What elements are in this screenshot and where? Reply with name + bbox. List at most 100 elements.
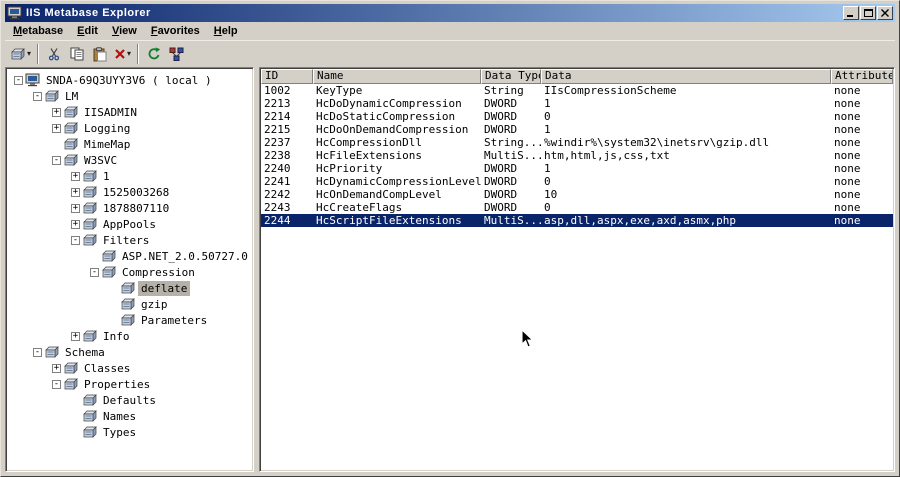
tree-node-label: Logging (84, 121, 131, 135)
expand-icon[interactable]: + (71, 203, 80, 213)
tree-pane: - SNDA-69Q3UYY3V6 ( local ) - LM + IISADMIN + L… (5, 67, 254, 472)
tree-node-label: W3SVC (84, 153, 118, 167)
key-icon (63, 121, 81, 135)
paste-button[interactable] (88, 43, 111, 65)
tree-node-schema[interactable]: - Schema (8, 344, 251, 360)
tree-node-1[interactable]: +1 (8, 168, 251, 184)
table-row-2238[interactable]: 2238 HcFileExtensions MultiS... htm,html,js… (261, 149, 893, 162)
tree-node-info[interactable]: + Info (8, 328, 251, 344)
tree-node-label: AppPools (103, 217, 156, 231)
maximize-button[interactable] (860, 6, 876, 20)
column-header-name[interactable]: Name (313, 69, 481, 84)
table-row-2240[interactable]: 2240 HcPriority DWORD 1 none (261, 162, 893, 175)
expand-icon[interactable]: + (52, 123, 61, 133)
tree-node-apppools[interactable]: + AppPools (8, 216, 251, 232)
key-icon (82, 185, 100, 199)
expand-icon[interactable]: + (71, 331, 80, 341)
tree-node-label: LM (65, 89, 79, 103)
tree-node-snda-69q3uyy3v6-local[interactable]: - SNDA-69Q3UYY3V6 ( local ) (8, 72, 251, 88)
tree-node-logging[interactable]: + Logging (8, 120, 251, 136)
expand-icon[interactable]: + (71, 187, 80, 197)
tree-node-deflate[interactable]: deflate (8, 280, 251, 296)
table-row-2242[interactable]: 2242 HcOnDemandCompLevel DWORD 10 none (261, 188, 893, 201)
table-row-2237[interactable]: 2237 HcCompressionDll String... %windir%\sy… (261, 136, 893, 149)
collapse-icon[interactable]: - (52, 155, 61, 165)
delete-button[interactable]: ▾ (111, 43, 134, 65)
collapse-icon[interactable]: - (90, 267, 99, 277)
menu-favorites[interactable]: Favorites (144, 23, 207, 40)
tree-node-label: gzip (141, 297, 168, 311)
tree-node-mimemap[interactable]: MimeMap (8, 136, 251, 152)
tree-node-names[interactable]: Names (8, 408, 251, 424)
cut-button[interactable] (42, 43, 65, 65)
expand-icon[interactable]: + (71, 171, 80, 181)
table-cell: 0 (544, 110, 551, 123)
list-header: IDNameData TypeDataAttributes (261, 69, 893, 84)
table-row-2214[interactable]: 2214 HcDoStaticCompression DWORD 0 none (261, 110, 893, 123)
column-header-data[interactable]: Data (541, 69, 831, 84)
table-row-1002[interactable]: 1002 KeyType String IIsCompressionScheme non… (261, 84, 893, 97)
table-cell: 2213 (264, 97, 291, 110)
collapse-icon[interactable]: - (71, 235, 80, 245)
menu-view[interactable]: View (105, 23, 144, 40)
column-header-attributes[interactable]: Attributes (831, 69, 893, 84)
tree-node-label: SNDA-69Q3UYY3V6 ( local ) (46, 73, 212, 87)
window-controls (843, 6, 893, 20)
copy-button[interactable] (65, 43, 88, 65)
key-icon (82, 425, 100, 439)
table-cell: HcScriptFileExtensions (316, 214, 462, 227)
tree-node-label: MimeMap (84, 137, 131, 151)
menu-help[interactable]: Help (207, 23, 245, 40)
expand-icon[interactable]: + (52, 107, 61, 117)
table-row-2215[interactable]: 2215 HcDoOnDemandCompression DWORD 1 none (261, 123, 893, 136)
tree-node-iisadmin[interactable]: + IISADMIN (8, 104, 251, 120)
table-cell: none (834, 214, 861, 227)
dropdown-arrow-icon: ▾ (127, 49, 132, 58)
connect-button[interactable] (165, 43, 188, 65)
table-cell: DWORD (484, 110, 518, 123)
expand-icon[interactable]: + (52, 363, 61, 373)
list-body: 1002 KeyType String IIsCompressionScheme non… (261, 84, 893, 470)
title-bar[interactable]: IIS Metabase Explorer (5, 4, 895, 22)
column-header-id[interactable]: ID (261, 69, 313, 84)
key-icon (82, 409, 100, 423)
table-cell: none (834, 188, 861, 201)
tree-node-lm[interactable]: - LM (8, 88, 251, 104)
menu-metabase[interactable]: Metabase (6, 23, 70, 40)
table-row-2243[interactable]: 2243 HcCreateFlags DWORD 0 none (261, 201, 893, 214)
key-icon (120, 313, 138, 327)
table-cell: HcOnDemandCompLevel (316, 188, 442, 201)
tree-node-filters[interactable]: - Filters (8, 232, 251, 248)
tree-node-parameters[interactable]: Parameters (8, 312, 251, 328)
table-row-2241[interactable]: 2241 HcDynamicCompressionLevel DWORD 0 none (261, 175, 893, 188)
key-icon (63, 361, 81, 375)
new-key-button[interactable]: ▾ (7, 43, 34, 65)
collapse-icon[interactable]: - (33, 91, 42, 101)
table-row-2213[interactable]: 2213 HcDoDynamicCompression DWORD 1 none (261, 97, 893, 110)
collapse-icon[interactable]: - (52, 379, 61, 389)
column-header-data-type[interactable]: Data Type (481, 69, 541, 84)
close-button[interactable] (877, 6, 893, 20)
table-cell: 2215 (264, 123, 291, 136)
tree-node-types[interactable]: Types (8, 424, 251, 440)
table-cell: none (834, 123, 861, 136)
expand-icon[interactable]: + (71, 219, 80, 229)
collapse-icon[interactable]: - (14, 75, 23, 85)
collapse-icon[interactable]: - (33, 347, 42, 357)
key-icon (120, 281, 138, 295)
menu-edit[interactable]: Edit (70, 23, 105, 40)
table-row-2244[interactable]: 2244 HcScriptFileExtensions MultiS... asp,d… (261, 214, 893, 227)
tree-node-gzip[interactable]: gzip (8, 296, 251, 312)
tree-node-w3svc[interactable]: - W3SVC (8, 152, 251, 168)
tree-node-properties[interactable]: - Properties (8, 376, 251, 392)
tree-node-1878807110[interactable]: +1878807110 (8, 200, 251, 216)
refresh-button[interactable] (142, 43, 165, 65)
table-cell: none (834, 97, 861, 110)
tree-node-defaults[interactable]: Defaults (8, 392, 251, 408)
minimize-button[interactable] (843, 6, 859, 20)
key-icon (63, 105, 81, 119)
tree-node-1525003268[interactable]: +1525003268 (8, 184, 251, 200)
tree-node-asp-net-2-0-50727-0[interactable]: ASP.NET_2.0.50727.0 (8, 248, 251, 264)
tree-node-classes[interactable]: + Classes (8, 360, 251, 376)
tree-node-compression[interactable]: - Compression (8, 264, 251, 280)
